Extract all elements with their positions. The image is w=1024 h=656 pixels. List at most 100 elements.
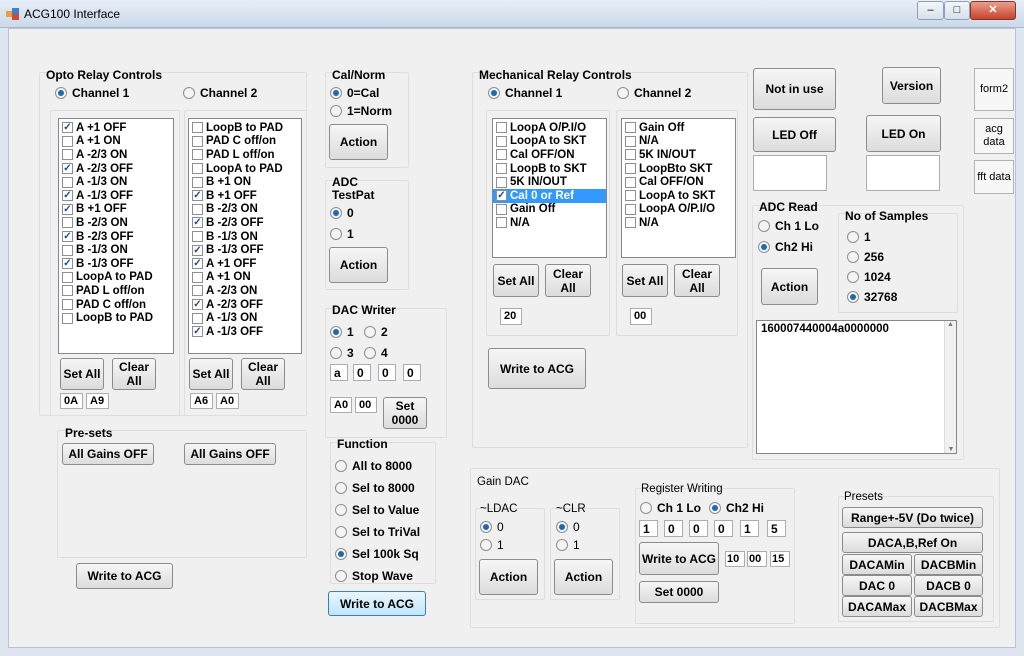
- function-option-radio[interactable]: Sel to TriVal: [335, 521, 420, 543]
- checkbox[interactable]: [192, 122, 203, 134]
- checkbox[interactable]: [62, 271, 73, 283]
- checkbox[interactable]: [192, 231, 203, 243]
- opto-ch2-item[interactable]: A -2/3 ON: [189, 284, 301, 298]
- reg-value-3[interactable]: 0: [714, 520, 733, 537]
- dac-writer-1-radio[interactable]: 1: [330, 325, 354, 339]
- dac-writer-value-1[interactable]: 0: [353, 364, 371, 381]
- mech-ch2-item[interactable]: N/A: [622, 135, 735, 149]
- opto-all-gains-off-2-button[interactable]: All Gains OFF: [184, 443, 276, 465]
- opto-ch1-clear-all-button[interactable]: Clear All: [112, 358, 156, 390]
- checkbox[interactable]: ✓: [496, 190, 507, 202]
- function-option-radio[interactable]: Sel to Value: [335, 499, 420, 521]
- checkbox[interactable]: [192, 149, 203, 161]
- checkbox[interactable]: [62, 244, 73, 256]
- mech-ch2-item[interactable]: Cal OFF/ON: [622, 175, 735, 189]
- checkbox[interactable]: ✓: [62, 231, 73, 243]
- opto-ch2-item[interactable]: PAD C off/on: [189, 135, 301, 149]
- version-button[interactable]: Version: [882, 67, 941, 104]
- mech-ch1-item[interactable]: LoopA O/P.I/O: [493, 121, 606, 135]
- clr-0-radio[interactable]: 0: [556, 520, 580, 534]
- opto-ch2-item[interactable]: LoopA to PAD: [189, 162, 301, 176]
- mech-ch2-item[interactable]: N/A: [622, 216, 735, 230]
- function-option-radio[interactable]: All to 8000: [335, 455, 420, 477]
- opto-ch1-item[interactable]: A +1 ON: [59, 135, 173, 149]
- function-option-radio[interactable]: Sel 100k Sq: [335, 543, 420, 565]
- adc-testpat-action-button[interactable]: Action: [329, 247, 388, 283]
- mech-ch2-item[interactable]: LoopBto SKT: [622, 162, 735, 176]
- checkbox[interactable]: [625, 163, 636, 175]
- reg-value-5[interactable]: 5: [767, 520, 786, 537]
- calnorm-action-button[interactable]: Action: [329, 124, 388, 160]
- adc-output-scrollbar[interactable]: ▲ ▼: [944, 321, 956, 453]
- checkbox[interactable]: [192, 312, 203, 324]
- dac-writer-value-0[interactable]: a: [330, 364, 348, 381]
- fft-data-button[interactable]: fft data: [974, 160, 1014, 194]
- maximize-button[interactable]: □: [944, 1, 970, 20]
- mech-ch2-item[interactable]: LoopA O/P.I/O: [622, 203, 735, 217]
- mech-channel-2-radio[interactable]: Channel 2: [617, 86, 691, 100]
- opto-ch1-set-all-button[interactable]: Set All: [60, 358, 104, 390]
- reg-set-0000-button[interactable]: Set 0000: [639, 581, 719, 603]
- daca-0-button[interactable]: DAC 0: [842, 575, 912, 596]
- checkbox[interactable]: [496, 203, 507, 215]
- dac-writer-3-radio[interactable]: 3: [330, 346, 354, 360]
- adc-read-action-button[interactable]: Action: [761, 268, 818, 305]
- opto-ch1-item[interactable]: ✓ B -2/3 OFF: [59, 230, 173, 244]
- checkbox[interactable]: [625, 176, 636, 188]
- checkbox[interactable]: [62, 149, 73, 161]
- opto-ch2-clear-all-button[interactable]: Clear All: [241, 358, 285, 390]
- reg-value-4[interactable]: 1: [740, 520, 759, 537]
- reg-write-to-acg-button[interactable]: Write to ACG: [639, 542, 719, 575]
- checkbox[interactable]: [192, 176, 203, 188]
- mech-ch2-list[interactable]: Gain Off N/A 5K IN/OUT LoopBto SKT Cal OFF/O…: [621, 118, 736, 258]
- checkbox[interactable]: [496, 163, 507, 175]
- mech-ch1-item[interactable]: Cal OFF/ON: [493, 148, 606, 162]
- checkbox[interactable]: [625, 217, 636, 229]
- checkbox[interactable]: ✓: [62, 122, 73, 134]
- opto-ch2-list[interactable]: LoopB to PAD PAD C off/on PAD L off/on Loop…: [188, 118, 302, 354]
- adc-read-ch1-lo-radio[interactable]: Ch 1 Lo: [758, 219, 819, 233]
- checkbox[interactable]: ✓: [192, 190, 203, 202]
- mech-ch1-list[interactable]: LoopA O/P.I/O LoopA to SKT Cal OFF/ON LoopB…: [492, 118, 607, 258]
- mech-ch1-item[interactable]: Gain Off: [493, 203, 606, 217]
- opto-ch2-item[interactable]: ✓ A -1/3 OFF: [189, 325, 301, 339]
- function-option-radio[interactable]: Stop Wave: [335, 565, 420, 587]
- opto-ch1-item[interactable]: LoopB to PAD: [59, 311, 173, 325]
- checkbox[interactable]: [496, 149, 507, 161]
- checkbox[interactable]: ✓: [192, 244, 203, 256]
- checkbox[interactable]: ✓: [192, 299, 203, 311]
- opto-write-to-acg-button[interactable]: Write to ACG: [76, 563, 173, 589]
- close-button[interactable]: ✕: [970, 1, 1016, 20]
- mech-ch1-item[interactable]: N/A: [493, 216, 606, 230]
- dac-writer-4-radio[interactable]: 4: [364, 346, 388, 360]
- mech-ch2-clear-all-button[interactable]: Clear All: [674, 264, 720, 297]
- opto-ch2-set-all-button[interactable]: Set All: [189, 358, 233, 390]
- opto-ch2-item[interactable]: B +1 ON: [189, 175, 301, 189]
- mech-channel-1-radio[interactable]: Channel 1: [488, 86, 562, 100]
- opto-all-gains-off-1-button[interactable]: All Gains OFF: [62, 443, 154, 465]
- opto-ch2-item[interactable]: B -2/3 ON: [189, 203, 301, 217]
- function-write-to-acg-button[interactable]: Write to ACG: [328, 591, 426, 616]
- reg-ch1-lo-radio[interactable]: Ch 1 Lo: [640, 501, 701, 515]
- opto-ch2-item[interactable]: ✓ B -1/3 OFF: [189, 243, 301, 257]
- mech-ch2-item[interactable]: LoopA to SKT: [622, 189, 735, 203]
- checkbox[interactable]: [192, 163, 203, 175]
- adc-read-output[interactable]: 160007440004a0000000 ▲ ▼: [756, 320, 957, 454]
- mech-ch2-set-all-button[interactable]: Set All: [622, 264, 668, 297]
- checkbox[interactable]: [192, 135, 203, 147]
- checkbox[interactable]: [496, 217, 507, 229]
- checkbox[interactable]: [62, 135, 73, 147]
- led-on-button[interactable]: LED On: [866, 115, 941, 152]
- opto-ch1-item[interactable]: PAD C off/on: [59, 298, 173, 312]
- mech-ch1-set-all-button[interactable]: Set All: [493, 264, 539, 297]
- checkbox[interactable]: ✓: [62, 203, 73, 215]
- opto-ch2-item[interactable]: A -1/3 ON: [189, 311, 301, 325]
- scroll-up-icon[interactable]: ▲: [945, 321, 956, 328]
- calnorm-1-norm-radio[interactable]: 1=Norm: [330, 104, 392, 118]
- mech-ch1-clear-all-button[interactable]: Clear All: [545, 264, 591, 297]
- adc-testpat-1-radio[interactable]: 1: [330, 227, 354, 241]
- checkbox[interactable]: ✓: [62, 190, 73, 202]
- checkbox[interactable]: [625, 122, 636, 134]
- ldac-1-radio[interactable]: 1: [480, 538, 504, 552]
- reg-value-1[interactable]: 0: [664, 520, 683, 537]
